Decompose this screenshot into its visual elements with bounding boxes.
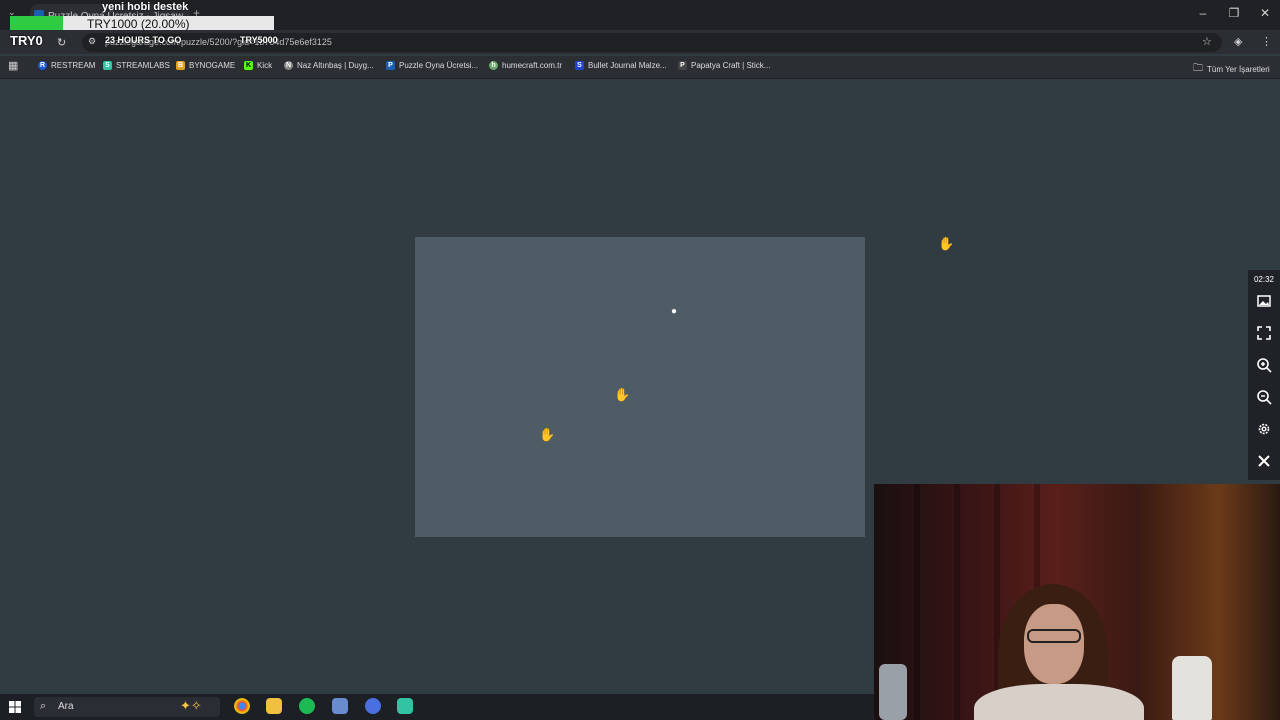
file-explorer-icon[interactable]: [266, 698, 282, 714]
bookmark-label: Naz Altınbaş | Duyg...: [297, 61, 374, 70]
restream-icon: R: [38, 61, 47, 70]
close-icon[interactable]: [1256, 453, 1272, 469]
bookmark-label: STREAMLABS: [116, 61, 170, 70]
image-icon[interactable]: [1256, 293, 1272, 309]
windows-start-icon[interactable]: [9, 701, 21, 713]
bookmark-bynogame[interactable]: B BYNOGAME: [176, 61, 235, 70]
restore-button[interactable]: ❐: [1224, 6, 1244, 20]
hand-cursor-icon: ✋: [614, 387, 631, 402]
bookmark-papatya[interactable]: P Papatya Craft | Stick...: [678, 61, 770, 70]
bookmark-label: Papatya Craft | Stick...: [691, 61, 771, 70]
bookmark-bullet-journal[interactable]: S Bullet Journal Malze...: [575, 61, 667, 70]
zoom-in-icon[interactable]: [1256, 357, 1272, 373]
all-bookmarks-folder[interactable]: 🗀 Tüm Yer İşaretleri: [1193, 61, 1270, 78]
bookmark-puzzle[interactable]: P Puzzle Oyna Ücretsi...: [386, 61, 478, 70]
puzzle-timer: 02:32: [1253, 275, 1275, 284]
bookmark-kick[interactable]: K Kick: [244, 61, 272, 70]
bookmark-naz[interactable]: N Naz Altınbaş | Duyg...: [284, 61, 374, 70]
hand-cursor-icon: ✋: [938, 236, 955, 251]
copilot-sparkle-icon: ✦✧: [180, 698, 202, 713]
hand-cursor-icon: ✋: [539, 427, 556, 442]
minimize-button[interactable]: –: [1193, 6, 1213, 20]
donation-goal-fill: [10, 16, 63, 30]
bookmark-label: Bullet Journal Malze...: [588, 61, 667, 70]
settings-icon[interactable]: [1256, 421, 1272, 437]
menu-dots-icon[interactable]: ⋮: [1261, 35, 1272, 48]
all-bookmarks-label: Tüm Yer İşaretleri: [1207, 65, 1270, 74]
extension-icon[interactable]: ◈: [1234, 35, 1242, 48]
puzzle-icon: P: [386, 61, 395, 70]
bookmark-restream[interactable]: R RESTREAM: [38, 61, 95, 70]
bookmark-label: humecraft.com.tr: [502, 61, 563, 70]
goal-start-label: TRY0: [10, 33, 43, 48]
bookmark-label: Kick: [257, 61, 273, 70]
streamlabs-app-icon[interactable]: [397, 698, 413, 714]
site-info-icon[interactable]: ⚙: [88, 36, 96, 47]
bookmark-streamlabs[interactable]: S STREAMLABS: [103, 61, 170, 70]
bookmark-label: Puzzle Oyna Ücretsi...: [399, 61, 479, 70]
humidifier: [1172, 656, 1212, 720]
goal-end-label: TRY5000: [240, 35, 278, 45]
streamlabs-icon: S: [103, 61, 112, 70]
lamp: [879, 664, 907, 720]
close-window-button[interactable]: ✕: [1255, 6, 1275, 20]
papatya-icon: P: [678, 61, 687, 70]
bookmark-label: RESTREAM: [51, 61, 96, 70]
app-icon[interactable]: [365, 698, 381, 714]
folder-icon: 🗀: [1193, 63, 1203, 74]
zoom-out-icon[interactable]: [1256, 389, 1272, 405]
app-icon[interactable]: [332, 698, 348, 714]
puzzle-board[interactable]: [415, 237, 865, 537]
goal-countdown: 23 HOURS TO GO: [105, 35, 182, 45]
taskbar-search-label: Ara: [58, 701, 74, 712]
webcam-feed: [874, 484, 1280, 720]
bookmark-label: BYNOGAME: [189, 61, 236, 70]
overlay-title: yeni hobi destek: [102, 1, 189, 13]
apps-grid-icon[interactable]: ▦: [8, 59, 18, 72]
search-icon: ⌕: [40, 700, 47, 712]
chrome-app-icon[interactable]: [234, 698, 250, 714]
spotify-icon[interactable]: [299, 698, 315, 714]
bookmark-humecraft[interactable]: h humecraft.com.tr: [489, 61, 562, 70]
bynogame-icon: B: [176, 61, 185, 70]
bookmark-star-icon[interactable]: ☆: [1202, 35, 1212, 48]
globe-icon: N: [284, 61, 293, 70]
fullscreen-icon[interactable]: [1256, 325, 1272, 341]
kick-icon: K: [244, 61, 253, 70]
grab-cursor-icon: ●: [671, 306, 678, 317]
goal-text: TRY1000 (20.00%): [87, 17, 190, 31]
reload-icon[interactable]: ↻: [57, 36, 66, 49]
humecraft-icon: h: [489, 61, 498, 70]
bullet-journal-icon: S: [575, 61, 584, 70]
